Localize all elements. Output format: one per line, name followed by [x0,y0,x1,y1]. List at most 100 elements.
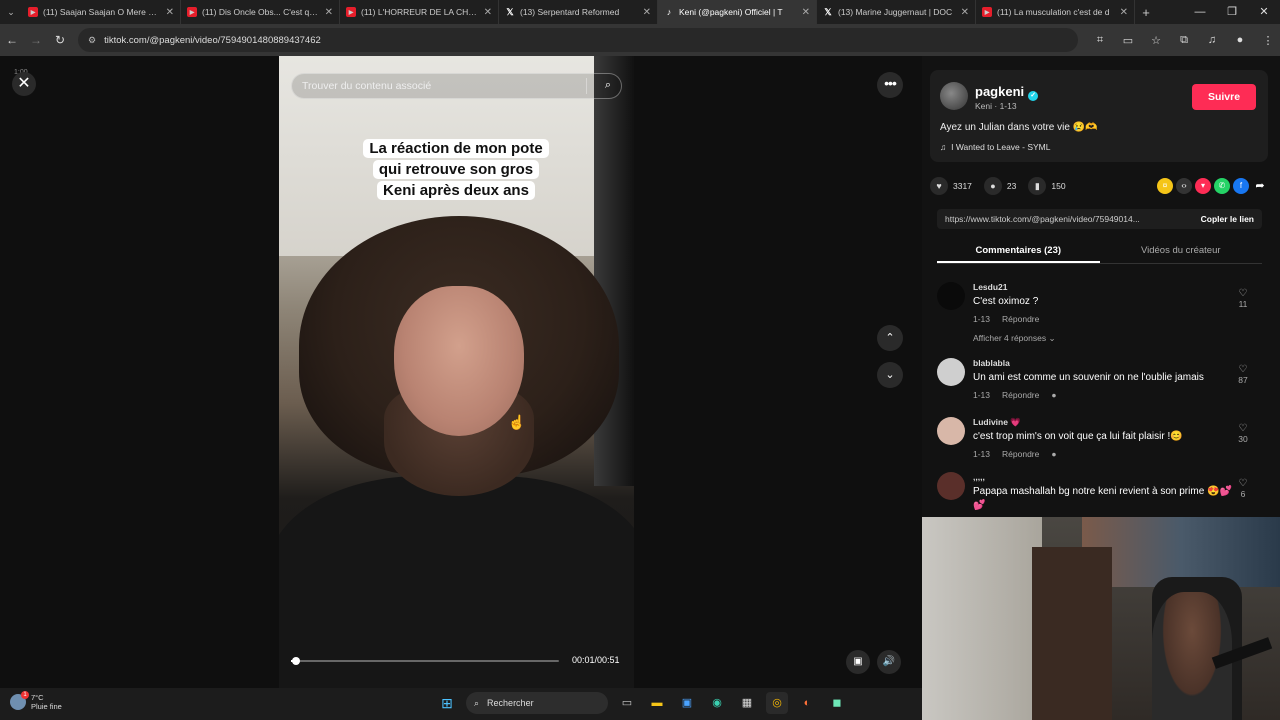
reply-button[interactable]: Répondre [1002,390,1039,400]
extensions-icon[interactable]: ⧉ [1172,34,1196,47]
profile-avatar[interactable]: ● [1228,34,1252,47]
tab-list-dropdown[interactable]: ⌄ [0,7,22,18]
webcam-wall [922,517,1042,720]
copy-link-button[interactable]: Copler le lien [1201,214,1262,224]
reply-button[interactable]: Répondre [1002,314,1039,324]
tab-close-icon[interactable]: ✕ [325,7,333,18]
comment-avatar[interactable] [937,417,965,445]
caption-line-3: Keni après deux ans [377,181,535,200]
volume-icon[interactable]: 🔊 [877,650,901,674]
app-icon[interactable]: ◼ [826,692,848,714]
previous-video-button[interactable]: ⌃ [877,325,903,351]
tab-creator-videos[interactable]: Vidéos du créateur [1100,238,1263,263]
tab-close-icon[interactable]: ✕ [643,7,651,18]
comment-like[interactable]: ♡ 11 [1233,288,1253,309]
site-info-icon[interactable]: ⚙ [88,35,96,46]
tab-close-icon[interactable]: ✕ [1120,7,1128,18]
comment-meta: 1-13 Répondre ● [973,390,1069,400]
reload-icon[interactable]: ↻ [48,33,72,47]
forward-icon[interactable]: → [24,33,48,47]
browser-actions: ⌗ ▭ ☆ ⧉ ♫ ● ⋮ [1088,34,1280,47]
comment-like[interactable]: ♡ 87 [1233,364,1253,385]
chrome-icon[interactable]: ◎ [766,692,788,714]
whatsapp-icon[interactable]: ✆ [1214,178,1230,194]
follow-button[interactable]: Suivre [1192,84,1256,110]
comment-count: 23 [1006,181,1017,191]
close-video-button[interactable]: ✕ [12,72,36,96]
bookmark-star-icon[interactable]: ☆ [1144,34,1168,47]
comment-like-count: 30 [1238,434,1248,444]
cast-icon[interactable]: ▭ [1116,34,1140,47]
video-progress-bar[interactable] [291,657,559,665]
video-player[interactable]: Trouver du contenu associé ⌕ La réaction… [279,56,634,688]
new-tab-button[interactable]: + [1135,5,1157,20]
tab-comments[interactable]: Commentaires (23) [937,238,1100,263]
share-icons: ¤ ‹› ▾ ✆ f ➦ [1157,178,1268,194]
author-avatar[interactable] [940,82,968,110]
share-arrow-icon[interactable]: ➦ [1252,178,1268,194]
browser-tab[interactable]: ▶ (11) Dis Oncle Obs... C'est quoi ✕ [181,0,340,24]
comment-avatar[interactable] [937,282,965,310]
tab-close-icon[interactable]: ✕ [484,7,492,18]
translate-icon[interactable]: ⌗ [1088,34,1112,47]
close-window-button[interactable]: ✕ [1248,0,1280,24]
weather-widget[interactable]: 7°C Pluie fine [10,691,62,711]
save-stat[interactable]: ▮ 150 [1028,177,1066,195]
taskbar-search[interactable]: ⌕ Rechercher [466,692,608,714]
comment-username[interactable]: ,,,,, [973,472,985,482]
youtube-favicon-icon: ▶ [187,7,197,17]
taskbar-search-icon: ⌕ [474,697,480,708]
tab-close-icon[interactable]: ✕ [802,7,810,18]
more-options-button[interactable]: ••• [877,72,903,98]
comment-username[interactable]: blablabla [973,358,1010,368]
weather-icon [10,691,29,710]
send-icon[interactable]: ▾ [1195,178,1211,194]
tab-close-icon[interactable]: ✕ [961,7,969,18]
media-icon[interactable]: ♫ [1200,34,1224,47]
comment-like[interactable]: ♡ 30 [1233,423,1253,444]
comment-heart-icon: ♡ [1238,478,1248,489]
file-explorer-icon[interactable]: ▬ [646,692,668,714]
browser-tab[interactable]: ♪ Keni (@pagkeni) Officiel | T ✕ [658,0,817,24]
youtube-favicon-icon: ▶ [982,7,992,17]
browser-tab[interactable]: ▶ (11) La musculation c'est de d ✕ [976,0,1135,24]
reply-button[interactable]: Répondre [1002,449,1039,459]
browser-tab[interactable]: ▶ (11) Saajan Saajan O Mere Saja ✕ [22,0,181,24]
like-stat[interactable]: ♥ 3317 [930,177,972,195]
pip-icon[interactable]: ▣ [846,650,870,674]
search-icon[interactable]: ⌕ [605,79,611,92]
music-link[interactable]: ♫ I Wanted to Leave - SYML [940,142,1050,152]
edge-icon[interactable]: ◉ [706,692,728,714]
comment-like[interactable]: ♡ 6 [1233,478,1253,499]
store-icon[interactable]: ▦ [736,692,758,714]
webcam-shelf [1032,547,1112,720]
tab-close-icon[interactable]: ✕ [166,7,174,18]
comment-item: blablabla Un ami est comme un souvenir o… [937,358,1267,408]
windows-start-icon[interactable]: ⊞ [436,692,458,714]
video-area: 1:00 ✕ Trouver du contenu associé ⌕ La r… [0,56,922,688]
related-search-input[interactable]: Trouver du contenu associé ⌕ [291,73,622,99]
comment-avatar[interactable] [937,472,965,500]
browser-tab[interactable]: 𝕏 (13) Serpentard Reformed ✕ [499,0,658,24]
firefox-icon[interactable]: ◐ [796,692,818,714]
show-replies-link[interactable]: Afficher 4 réponses ⌄ [973,333,1056,344]
facebook-icon[interactable]: f [1233,178,1249,194]
author-username[interactable]: pagkeni ✓ [975,84,1039,101]
comment-stat[interactable]: ● 23 [983,177,1017,195]
maximize-button[interactable]: ❐ [1216,0,1248,24]
minimize-button[interactable]: — [1184,0,1216,24]
windows-app-icon[interactable]: ▣ [676,692,698,714]
embed-icon[interactable]: ‹› [1176,178,1192,194]
back-icon[interactable]: ← [0,33,24,47]
comment-username[interactable]: Lesdu21 [973,282,1008,292]
comment-username[interactable]: Ludivine 💗 [973,417,1021,428]
coin-icon[interactable]: ¤ [1157,178,1173,194]
windows-taskbar: 7°C Pluie fine ⊞ ⌕ Rechercher ▭ ▬ ▣ ◉ ▦ … [0,688,922,720]
task-view-icon[interactable]: ▭ [616,692,638,714]
comment-avatar[interactable] [937,358,965,386]
browser-tab[interactable]: 𝕏 (13) Marine Juggernaut | DOC ✕ [817,0,976,24]
browser-tab[interactable]: ▶ (11) L'HORREUR DE LA CHIRUR ✕ [340,0,499,24]
url-field[interactable]: ⚙ tiktok.com/@pagkeni/video/759490148088… [78,28,1078,52]
next-video-button[interactable]: ⌄ [877,362,903,388]
browser-menu-icon[interactable]: ⋮ [1256,34,1280,47]
